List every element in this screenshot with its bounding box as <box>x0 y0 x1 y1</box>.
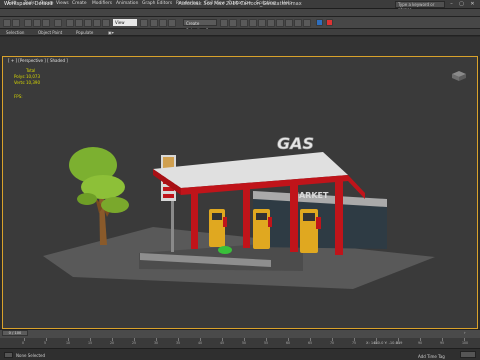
status-bar <box>0 348 480 360</box>
timeline-tick-label: 25 <box>132 341 137 345</box>
maximize-icon[interactable]: ▢ <box>457 1 466 8</box>
menu-item-civil-view[interactable]: Civil View <box>204 1 225 6</box>
timeline-tick-label: 55 <box>264 341 269 345</box>
minimize-icon[interactable]: – <box>447 1 456 8</box>
canopy-column <box>243 188 250 248</box>
canopy-column <box>335 179 343 255</box>
move-icon[interactable] <box>102 19 110 27</box>
timeline-tick-label: 100 <box>462 341 469 345</box>
menu-item-modifiers[interactable]: Modifiers <box>92 1 112 6</box>
add-time-tag[interactable]: Add Time Tag <box>418 354 445 359</box>
help-icon[interactable] <box>316 19 323 26</box>
tab-object-paint[interactable]: Object Paint <box>38 30 62 35</box>
close-icon[interactable]: ✕ <box>468 1 477 8</box>
timeline-tick-label: 20 <box>110 341 115 345</box>
timeline-tick-label: 95 <box>440 341 445 345</box>
link-icon[interactable] <box>24 19 32 27</box>
pivot-icon[interactable] <box>140 19 148 27</box>
timeline-tick-label: 75 <box>352 341 357 345</box>
curve-editor-icon[interactable] <box>258 19 266 27</box>
tab-selection[interactable]: Selection <box>6 30 24 35</box>
selection-filter-icon[interactable] <box>54 19 62 27</box>
coordinate-readout: X: 1410.0 Y: -10.019 <box>366 341 403 345</box>
fuel-pump <box>300 209 321 253</box>
timeline-tick <box>24 338 25 341</box>
mirror-icon[interactable] <box>220 19 228 27</box>
timeline-tick-label: 40 <box>198 341 203 345</box>
time-slider-bar <box>0 329 480 338</box>
timeline-tick-label: 15 <box>88 341 93 345</box>
tree <box>69 147 129 245</box>
tab-populate[interactable]: Populate <box>76 30 93 35</box>
next-frame-icon[interactable]: › <box>464 330 466 335</box>
timeline-tick-label: 10 <box>66 341 71 345</box>
fuel-pump <box>209 209 227 247</box>
timeline-tick-label: 5 <box>44 341 47 345</box>
timeline-tick-label: 60 <box>286 341 291 345</box>
ribbon-options-icon[interactable]: ▣▾ <box>108 30 114 35</box>
menu-item-graph-editors[interactable]: Graph Editors <box>142 1 172 6</box>
render-icon[interactable] <box>326 19 333 26</box>
fuel-pump <box>253 209 272 249</box>
menu-item-customize[interactable]: Customize <box>228 1 251 6</box>
menu-item-scripting[interactable]: Scripting <box>256 1 276 6</box>
undo-icon[interactable] <box>3 19 11 27</box>
menu-item-help[interactable]: Help <box>282 1 292 6</box>
menu-item-tools[interactable]: Tools <box>24 1 35 6</box>
named-selection-dropdown[interactable]: Create Selection Se <box>183 19 217 33</box>
redo-icon[interactable] <box>12 19 20 27</box>
timeline-tick-label: 50 <box>242 341 247 345</box>
graphite-ribbon-icon[interactable] <box>249 19 257 27</box>
layer-manager-icon[interactable] <box>240 19 248 27</box>
rendered-frame-window-icon[interactable] <box>294 19 302 27</box>
render-setup-icon[interactable] <box>285 19 293 27</box>
gas-station-scene: MARKET GAS <box>43 134 435 289</box>
select-by-name-icon[interactable] <box>75 19 83 27</box>
ribbon-panel <box>0 37 480 56</box>
timeline-tick-label: 70 <box>330 341 335 345</box>
timeline-tick <box>46 338 47 341</box>
menu-item-rendering[interactable]: Rendering <box>176 1 198 6</box>
bush <box>218 246 232 254</box>
time-slider[interactable]: 0 / 100 <box>2 330 28 336</box>
canopy-column <box>290 184 298 252</box>
material-editor-icon[interactable] <box>276 19 284 27</box>
window-crossing-icon[interactable] <box>93 19 101 27</box>
playback-controls[interactable] <box>460 351 476 358</box>
angle-snap-icon[interactable] <box>159 19 167 27</box>
menu-item-views[interactable]: Views <box>56 1 69 6</box>
search-input[interactable]: Type a keyword or phrase <box>395 1 445 12</box>
timeline-tick-label: 35 <box>176 341 181 345</box>
menu-item-edit[interactable]: Edit <box>8 1 17 6</box>
snaps-toggle-icon[interactable] <box>150 19 158 27</box>
timeline-tick-label: 65 <box>308 341 313 345</box>
canopy-column <box>191 193 198 249</box>
unlink-icon[interactable] <box>33 19 41 27</box>
maxscript-listener-icon[interactable] <box>4 352 13 358</box>
menu-item-animation[interactable]: Animation <box>116 1 138 6</box>
rectangular-selection-icon[interactable] <box>84 19 92 27</box>
reference-coordinate-dropdown[interactable]: View <box>113 19 137 26</box>
align-icon[interactable] <box>229 19 237 27</box>
timeline-tick-label: 90 <box>418 341 423 345</box>
menu-item-create[interactable]: Create <box>72 1 87 6</box>
track-bar[interactable]: 0 5 10 15 20 25 30 35 40 45 50 55 60 65 70 75 80 85 90 95 10… <box>0 338 480 348</box>
selection-status: None Selected <box>16 353 46 358</box>
menu-item-group[interactable]: Group <box>40 1 53 6</box>
ribbon-tabs <box>0 29 480 36</box>
timeline-tick-label: 45 <box>220 341 225 345</box>
schematic-view-icon[interactable] <box>267 19 275 27</box>
timeline-tick-label: 0 <box>22 341 25 345</box>
select-object-icon[interactable] <box>66 19 74 27</box>
timeline-tick-label: 30 <box>154 341 159 345</box>
menu-bar <box>0 9 480 17</box>
gas-sign: GAS <box>277 134 314 153</box>
percent-snap-icon[interactable] <box>168 19 176 27</box>
bind-space-warp-icon[interactable] <box>42 19 50 27</box>
render-production-icon[interactable] <box>303 19 311 27</box>
